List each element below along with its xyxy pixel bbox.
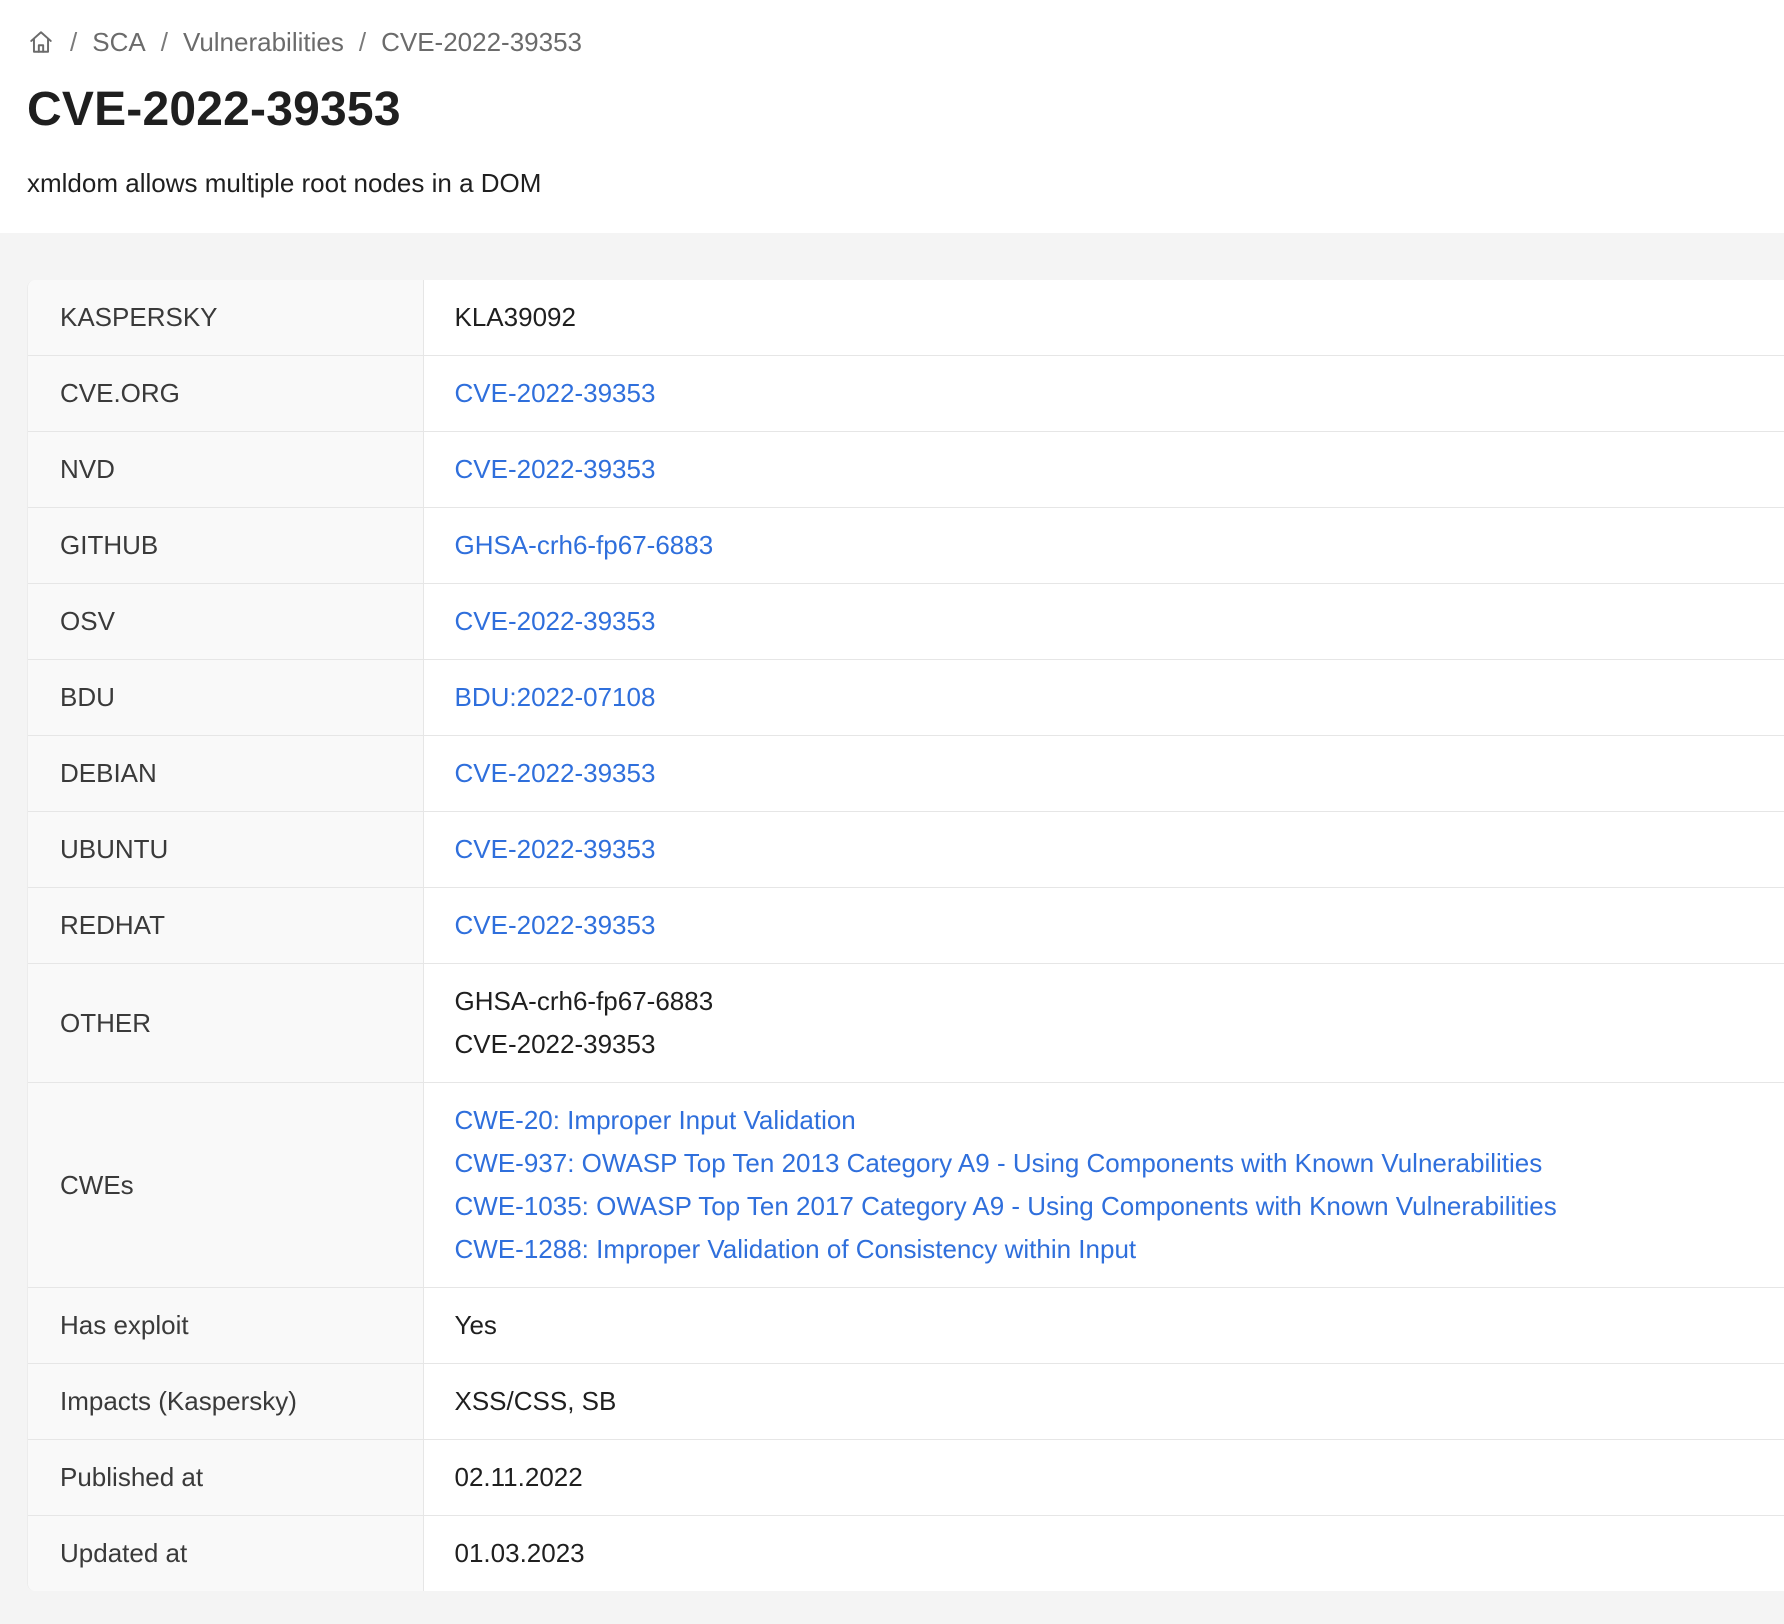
page-title: CVE-2022-39353 <box>27 83 401 136</box>
row-debian: DEBIAN CVE-2022-39353 <box>28 735 1784 812</box>
row-label: GITHUB <box>28 507 424 584</box>
row-label: Has exploit <box>28 1287 424 1364</box>
content-area: KASPERSKY KLA39092 CVE.ORG CVE-2022-3935… <box>0 233 1784 1591</box>
bdu-link[interactable]: BDU:2022-07108 <box>455 676 1784 719</box>
cwe-link[interactable]: CWE-20: Improper Input Validation <box>455 1099 1784 1142</box>
breadcrumb-separator: / <box>160 26 168 57</box>
cve-org-link[interactable]: CVE-2022-39353 <box>455 372 1784 415</box>
row-ubuntu: UBUNTU CVE-2022-39353 <box>28 811 1784 888</box>
row-bdu: BDU BDU:2022-07108 <box>28 659 1784 736</box>
row-value: CVE-2022-39353 <box>423 735 1784 812</box>
cwe-link[interactable]: CWE-937: OWASP Top Ten 2013 Category A9 … <box>455 1142 1784 1185</box>
row-value: CVE-2022-39353 <box>423 811 1784 888</box>
row-label: Impacts (Kaspersky) <box>28 1363 424 1440</box>
page-subtitle: xmldom allows multiple root nodes in a D… <box>27 168 542 198</box>
row-kaspersky: KASPERSKY KLA39092 <box>28 280 1784 356</box>
row-cwes: CWEs CWE-20: Improper Input Validation C… <box>28 1082 1784 1288</box>
cwe-link[interactable]: CWE-1288: Improper Validation of Consist… <box>455 1228 1784 1271</box>
breadcrumb-item-sca[interactable]: SCA <box>92 27 145 58</box>
nvd-link[interactable]: CVE-2022-39353 <box>455 448 1784 491</box>
row-label: Published at <box>28 1439 424 1516</box>
details-table: KASPERSKY KLA39092 CVE.ORG CVE-2022-3935… <box>28 280 1784 1591</box>
row-osv: OSV CVE-2022-39353 <box>28 583 1784 660</box>
row-label: OTHER <box>28 963 424 1083</box>
row-cve-org: CVE.ORG CVE-2022-39353 <box>28 355 1784 432</box>
other-id: GHSA-crh6-fp67-6883 <box>454 986 714 1016</box>
published-at-value: 02.11.2022 <box>454 1462 583 1492</box>
row-value: Yes <box>423 1287 1784 1364</box>
debian-link[interactable]: CVE-2022-39353 <box>455 752 1784 795</box>
updated-at-value: 01.03.2023 <box>454 1538 585 1568</box>
breadcrumb-separator: / <box>358 26 367 57</box>
row-published-at: Published at 02.11.2022 <box>28 1439 1784 1516</box>
row-value: CVE-2022-39353 <box>423 887 1784 964</box>
impacts-value: XSS/CSS, SB <box>454 1386 617 1416</box>
other-id: CVE-2022-39353 <box>454 1029 656 1059</box>
row-nvd: NVD CVE-2022-39353 <box>28 431 1784 508</box>
ubuntu-link[interactable]: CVE-2022-39353 <box>455 828 1784 871</box>
row-label: CVE.ORG <box>28 355 424 432</box>
breadcrumb: / SCA / Vulnerabilities / CVE-2022-39353 <box>27 24 1784 60</box>
row-label: NVD <box>28 431 424 508</box>
page-header: / SCA / Vulnerabilities / CVE-2022-39353… <box>0 0 1784 233</box>
kaspersky-id: KLA39092 <box>454 302 576 332</box>
row-impacts: Impacts (Kaspersky) XSS/CSS, SB <box>28 1363 1784 1440</box>
row-label: OSV <box>28 583 424 660</box>
row-label: DEBIAN <box>28 735 424 812</box>
home-icon[interactable] <box>27 28 55 56</box>
row-value: CVE-2022-39353 <box>423 355 1784 432</box>
row-updated-at: Updated at 01.03.2023 <box>28 1515 1784 1592</box>
row-has-exploit: Has exploit Yes <box>28 1287 1784 1364</box>
row-value: KLA39092 <box>423 280 1784 356</box>
breadcrumb-item-current: CVE-2022-39353 <box>381 26 582 57</box>
row-value: BDU:2022-07108 <box>423 659 1784 736</box>
row-label: Updated at <box>28 1515 424 1591</box>
row-value: CVE-2022-39353 <box>423 431 1784 508</box>
row-value: CVE-2022-39353 <box>423 583 1784 660</box>
row-github: GITHUB GHSA-crh6-fp67-6883 <box>28 507 1784 584</box>
has-exploit-value: Yes <box>454 1310 497 1340</box>
row-redhat: REDHAT CVE-2022-39353 <box>28 887 1784 964</box>
row-label: CWEs <box>28 1082 424 1288</box>
row-value: 01.03.2023 <box>423 1516 1784 1592</box>
breadcrumb-separator: / <box>70 26 78 57</box>
details-card: KASPERSKY KLA39092 CVE.ORG CVE-2022-3935… <box>27 280 1784 1591</box>
row-label: BDU <box>28 659 424 736</box>
row-label: UBUNTU <box>28 811 424 888</box>
row-value: CWE-20: Improper Input Validation CWE-93… <box>423 1082 1784 1288</box>
cwe-link[interactable]: CWE-1035: OWASP Top Ten 2017 Category A9… <box>455 1185 1784 1228</box>
row-value: GHSA-crh6-fp67-6883 CVE-2022-39353 <box>423 963 1784 1083</box>
github-link[interactable]: GHSA-crh6-fp67-6883 <box>455 524 1784 567</box>
row-value: GHSA-crh6-fp67-6883 <box>423 507 1784 584</box>
row-value: XSS/CSS, SB <box>423 1363 1784 1440</box>
redhat-link[interactable]: CVE-2022-39353 <box>455 904 1784 947</box>
row-value: 02.11.2022 <box>423 1439 1784 1516</box>
row-label: REDHAT <box>28 887 424 964</box>
breadcrumb-item-vulnerabilities[interactable]: Vulnerabilities <box>183 27 344 58</box>
row-label: KASPERSKY <box>28 280 424 356</box>
row-other: OTHER GHSA-crh6-fp67-6883 CVE-2022-39353 <box>28 963 1784 1083</box>
osv-link[interactable]: CVE-2022-39353 <box>455 600 1784 643</box>
